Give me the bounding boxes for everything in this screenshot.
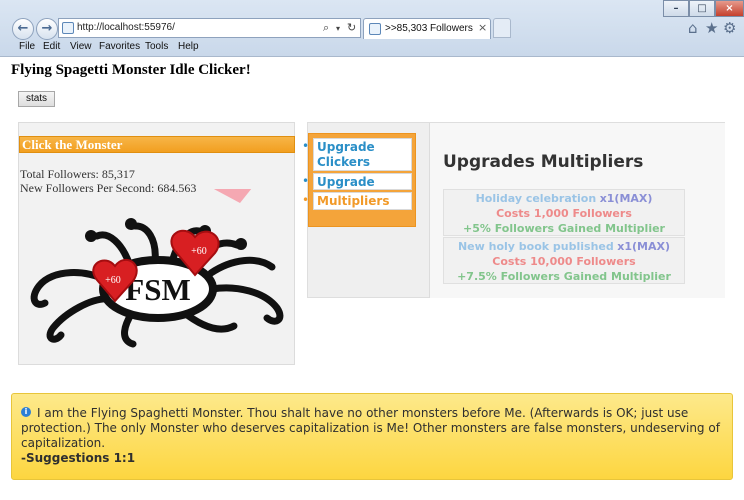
back-arrow-icon: ← <box>17 21 29 36</box>
click-header: Click the Monster <box>19 136 295 153</box>
tab-multipliers[interactable]: • Multipliers <box>302 192 412 210</box>
upgrade-multiplier: x1(MAX) <box>599 192 653 205</box>
menu-edit[interactable]: Edit <box>43 41 60 52</box>
upgrade-name: Holiday celebration <box>475 192 597 205</box>
tab-close-icon[interactable]: × <box>478 21 487 34</box>
menu-favorites[interactable]: Favorites <box>99 41 140 52</box>
page-icon <box>62 22 74 34</box>
url-text[interactable]: http://localhost:55976/ <box>77 22 175 33</box>
tab-bullet: • <box>302 193 310 207</box>
heart-label: +60 <box>105 275 121 286</box>
menu-bar: File Edit View Favorites Tools Help <box>0 40 744 56</box>
pink-triangle-decoration <box>213 189 252 203</box>
tab-bullet: • <box>302 174 310 188</box>
tab-title: >>85,303 Followers <box>385 23 473 34</box>
minimize-icon: – <box>673 3 679 14</box>
address-bar[interactable]: http://localhost:55976/ ⌕ ▾ ↻ <box>58 18 361 38</box>
refresh-icon[interactable]: ↻ <box>347 21 356 34</box>
forward-arrow-icon: → <box>41 21 53 36</box>
browser-chrome: ← → http://localhost:55976/ ⌕ ▾ ↻ >>85,3… <box>0 0 744 57</box>
browser-tab[interactable]: >>85,303 Followers × <box>363 18 491 39</box>
search-icon[interactable]: ⌕ <box>323 21 329 35</box>
menu-file[interactable]: File <box>19 41 35 52</box>
upgrade-content: Upgrades Multipliers Holiday celebration… <box>429 123 725 298</box>
upgrade-new-holy-book[interactable]: New holy book published x1(MAX) Costs 10… <box>443 237 685 284</box>
tab-page-icon <box>369 23 381 35</box>
back-button[interactable]: ← <box>12 18 34 40</box>
tab-label: Upgrade Clickers <box>317 140 375 169</box>
upgrade-gain: +5% Followers Gained Multiplier <box>463 222 665 235</box>
minimize-button[interactable]: – <box>663 0 689 17</box>
upgrade-cost: Costs 1,000 Followers <box>496 207 632 220</box>
new-tab-button[interactable] <box>493 18 511 38</box>
tab-upgrade-autos[interactable]: • Upgrade Autos <box>302 173 412 204</box>
total-followers: Total Followers: 85,317 <box>20 167 135 181</box>
upgrade-panel: • Upgrade Clickers • Upgrade Autos • Mul… <box>302 122 725 298</box>
favorites-star-icon[interactable]: ★ <box>705 19 718 37</box>
alert-message: I am the Flying Spaghetti Monster. Thou … <box>21 406 720 450</box>
menu-help[interactable]: Help <box>178 41 199 52</box>
close-icon: × <box>725 3 734 14</box>
page-title: Flying Spagetti Monster Idle Clicker! <box>11 62 251 78</box>
upgrade-name: New holy book published <box>457 240 614 253</box>
gear-icon[interactable]: ⚙ <box>723 19 736 37</box>
heart-label: +60 <box>191 246 207 257</box>
menu-view[interactable]: View <box>70 41 92 52</box>
maximize-button[interactable]: □ <box>689 0 715 17</box>
upgrade-gain: +7.5% Followers Gained Multiplier <box>457 270 671 283</box>
upgrade-cost: Costs 10,000 Followers <box>492 255 636 268</box>
tab-label: Multipliers <box>317 194 390 208</box>
upgrade-multiplier: x1(MAX) <box>617 240 671 253</box>
dropdown-icon[interactable]: ▾ <box>336 24 340 33</box>
flying-spaghetti-monster-image[interactable]: FSM +60 +60 <box>27 189 292 349</box>
tab-upgrade-clickers[interactable]: • Upgrade Clickers <box>302 138 412 171</box>
home-icon[interactable]: ⌂ <box>688 19 698 37</box>
click-panel: Click the Monster Total Followers: 85,31… <box>18 122 295 365</box>
close-window-button[interactable]: × <box>715 0 744 17</box>
upgrade-holiday-celebration[interactable]: Holiday celebration x1(MAX) Costs 1,000 … <box>443 189 685 236</box>
multipliers-title: Upgrades Multipliers <box>443 152 644 172</box>
suggestion-text: -Suggestions 1:1 <box>21 451 136 465</box>
upgrade-name-row: Holiday celebration x1(MAX) <box>444 192 684 205</box>
monster-message-alert: i I am the Flying Spaghetti Monster. Tho… <box>11 393 733 480</box>
upgrade-name-row: New holy book published x1(MAX) <box>444 240 684 253</box>
forward-button[interactable]: → <box>36 18 58 40</box>
upgrade-tab-list: • Upgrade Clickers • Upgrade Autos • Mul… <box>302 133 416 227</box>
menu-tools[interactable]: Tools <box>145 41 168 52</box>
maximize-icon: □ <box>697 3 707 14</box>
tab-bullet: • <box>302 139 310 153</box>
stats-button[interactable]: stats <box>18 91 55 107</box>
